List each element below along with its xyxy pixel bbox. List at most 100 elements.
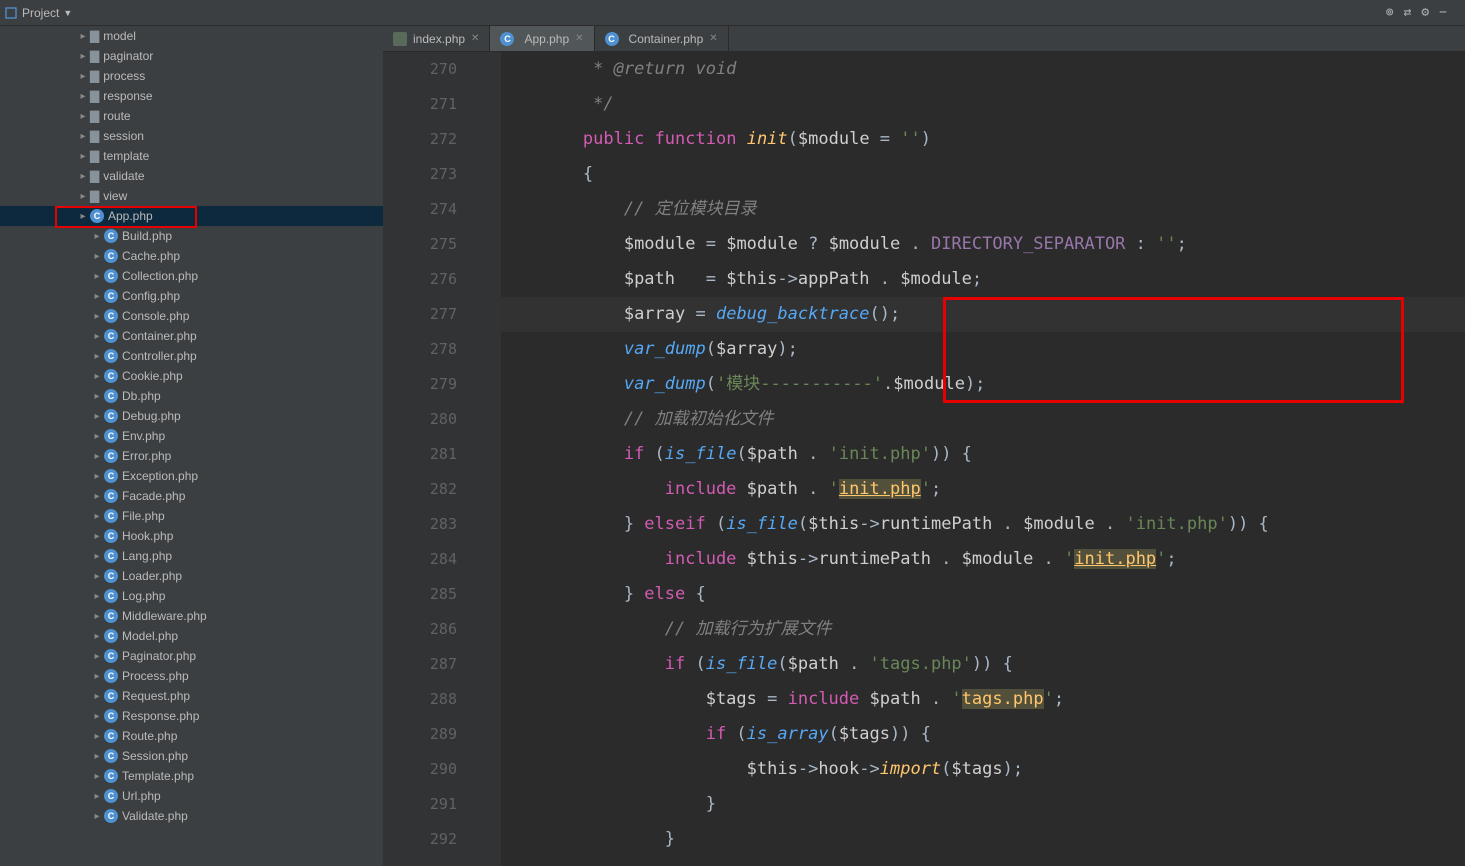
folder-item[interactable]: ▸▇session — [0, 126, 383, 146]
code-line[interactable]: include $this->runtimePath . $module . '… — [501, 542, 1465, 577]
editor-tab[interactable]: index.php✕ — [383, 26, 490, 51]
expand-arrow-icon[interactable]: ▸ — [76, 111, 90, 122]
code-line[interactable]: } else { — [501, 577, 1465, 612]
code-line[interactable]: if (is_file($path . 'init.php')) { — [501, 437, 1465, 472]
code-line[interactable]: } elseif (is_file($this->runtimePath . $… — [501, 507, 1465, 542]
file-item[interactable]: ▸CConfig.php — [0, 286, 383, 306]
file-item[interactable]: ▸CValidate.php — [0, 806, 383, 826]
expand-arrow-icon[interactable]: ▸ — [90, 411, 104, 422]
code-line[interactable]: if (is_file($path . 'tags.php')) { — [501, 647, 1465, 682]
folder-item[interactable]: ▸▇process — [0, 66, 383, 86]
file-item[interactable]: ▸CModel.php — [0, 626, 383, 646]
expand-arrow-icon[interactable]: ▸ — [90, 771, 104, 782]
project-button[interactable]: Project ▼ — [4, 6, 72, 20]
expand-arrow-icon[interactable]: ▸ — [76, 71, 90, 82]
file-item[interactable]: ▸CHook.php — [0, 526, 383, 546]
expand-arrow-icon[interactable]: ▸ — [76, 191, 90, 202]
code-line[interactable]: // 加载行为扩展文件 — [501, 612, 1465, 647]
expand-arrow-icon[interactable]: ▸ — [90, 491, 104, 502]
expand-arrow-icon[interactable]: ▸ — [90, 591, 104, 602]
expand-arrow-icon[interactable]: ▸ — [90, 291, 104, 302]
code-line[interactable]: } — [501, 822, 1465, 857]
expand-arrow-icon[interactable]: ▸ — [90, 471, 104, 482]
code-line[interactable]: $this->hook->import($tags); — [501, 752, 1465, 787]
folder-item[interactable]: ▸▇response — [0, 86, 383, 106]
close-icon[interactable]: ✕ — [709, 33, 717, 44]
file-item[interactable]: ▸CTemplate.php — [0, 766, 383, 786]
expand-arrow-icon[interactable]: ▸ — [90, 751, 104, 762]
expand-arrow-icon[interactable]: ▸ — [90, 391, 104, 402]
expand-arrow-icon[interactable]: ▸ — [90, 331, 104, 342]
file-item[interactable]: ▸CFacade.php — [0, 486, 383, 506]
expand-arrow-icon[interactable]: ▸ — [90, 451, 104, 462]
expand-arrow-icon[interactable]: ▸ — [90, 431, 104, 442]
code-line[interactable]: // 定位模块目录 — [501, 192, 1465, 227]
folder-item[interactable]: ▸▇model — [0, 26, 383, 46]
code-line[interactable]: $path = $this->appPath . $module; — [501, 262, 1465, 297]
expand-arrow-icon[interactable]: ▸ — [90, 311, 104, 322]
expand-arrow-icon[interactable]: ▸ — [90, 571, 104, 582]
expand-arrow-icon[interactable]: ▸ — [90, 671, 104, 682]
file-item[interactable]: ▸CResponse.php — [0, 706, 383, 726]
code-line[interactable]: if (is_array($tags)) { — [501, 717, 1465, 752]
code-line[interactable]: } — [501, 787, 1465, 822]
expand-arrow-icon[interactable]: ▸ — [90, 271, 104, 282]
expand-arrow-icon[interactable]: ▸ — [90, 691, 104, 702]
file-item[interactable]: ▸CDebug.php — [0, 406, 383, 426]
file-item[interactable]: ▸CPaginator.php — [0, 646, 383, 666]
expand-arrow-icon[interactable]: ▸ — [76, 151, 90, 162]
expand-arrow-icon[interactable]: ▸ — [90, 791, 104, 802]
file-item[interactable]: ▸CMiddleware.php — [0, 606, 383, 626]
editor-tab[interactable]: CContainer.php✕ — [595, 26, 729, 51]
expand-arrow-icon[interactable]: ▸ — [76, 171, 90, 182]
folder-item[interactable]: ▸▇route — [0, 106, 383, 126]
file-item[interactable]: ▸CController.php — [0, 346, 383, 366]
folder-item[interactable]: ▸▇template — [0, 146, 383, 166]
close-icon[interactable]: ✕ — [471, 33, 479, 44]
file-item[interactable]: ▸CError.php — [0, 446, 383, 466]
settings-icon[interactable]: ⇄ — [1404, 5, 1412, 20]
file-item[interactable]: ▸CProcess.php — [0, 666, 383, 686]
expand-arrow-icon[interactable]: ▸ — [90, 531, 104, 542]
file-item[interactable]: ▸CContainer.php — [0, 326, 383, 346]
code-line[interactable]: $tags = include $path . 'tags.php'; — [501, 682, 1465, 717]
file-item[interactable]: ▸CFile.php — [0, 506, 383, 526]
code-editor[interactable]: 2702712722732742752762772782792802812822… — [383, 52, 1465, 866]
file-item[interactable]: ▸CUrl.php — [0, 786, 383, 806]
file-item[interactable]: ▸CException.php — [0, 466, 383, 486]
expand-arrow-icon[interactable]: ▸ — [90, 351, 104, 362]
close-icon[interactable]: ✕ — [575, 33, 583, 44]
code-line[interactable]: $array = debug_backtrace(); — [501, 297, 1465, 332]
code-line[interactable]: include $path . 'init.php'; — [501, 472, 1465, 507]
expand-arrow-icon[interactable]: ▸ — [90, 231, 104, 242]
folder-item[interactable]: ▸▇validate — [0, 166, 383, 186]
expand-arrow-icon[interactable]: ▸ — [76, 211, 90, 222]
file-item[interactable]: ▸CEnv.php — [0, 426, 383, 446]
file-item[interactable]: ▸CDb.php — [0, 386, 383, 406]
code-line[interactable]: public function init($module = '') — [501, 122, 1465, 157]
file-item[interactable]: ▸CRequest.php — [0, 686, 383, 706]
folder-item[interactable]: ▸▇paginator — [0, 46, 383, 66]
expand-arrow-icon[interactable]: ▸ — [90, 611, 104, 622]
expand-arrow-icon[interactable]: ▸ — [90, 731, 104, 742]
file-item[interactable]: ▸CLoader.php — [0, 566, 383, 586]
gear-icon[interactable]: ⚙ — [1421, 5, 1429, 20]
file-item[interactable]: ▸CLang.php — [0, 546, 383, 566]
editor-tab[interactable]: CApp.php✕ — [490, 26, 594, 51]
expand-arrow-icon[interactable]: ▸ — [90, 811, 104, 822]
code-line[interactable]: * @return void — [501, 52, 1465, 87]
project-tree[interactable]: ▸▇model▸▇paginator▸▇process▸▇response▸▇r… — [0, 26, 383, 866]
code-line[interactable]: { — [501, 157, 1465, 192]
file-item[interactable]: ▸CBuild.php — [0, 226, 383, 246]
expand-arrow-icon[interactable]: ▸ — [90, 371, 104, 382]
expand-arrow-icon[interactable]: ▸ — [90, 631, 104, 642]
expand-arrow-icon[interactable]: ▸ — [76, 51, 90, 62]
file-item[interactable]: ▸CCookie.php — [0, 366, 383, 386]
code-line[interactable]: // 加载初始化文件 — [501, 402, 1465, 437]
collapse-icon[interactable]: − — [1439, 5, 1447, 20]
file-item[interactable]: ▸CCollection.php — [0, 266, 383, 286]
expand-arrow-icon[interactable]: ▸ — [76, 131, 90, 142]
file-item[interactable]: ▸CApp.php — [0, 206, 383, 226]
expand-arrow-icon[interactable]: ▸ — [90, 251, 104, 262]
expand-arrow-icon[interactable]: ▸ — [90, 511, 104, 522]
